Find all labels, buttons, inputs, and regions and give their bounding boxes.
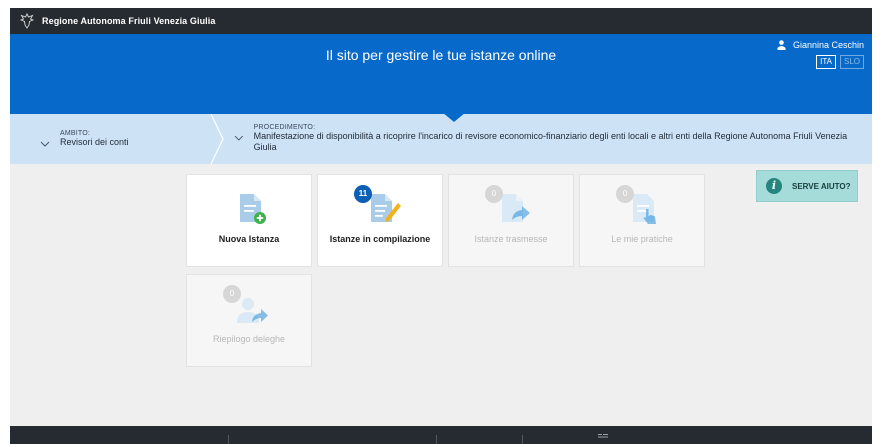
new-document-icon bbox=[240, 194, 266, 224]
tile-nuova-istanza[interactable]: Nuova Istanza bbox=[186, 174, 312, 267]
lang-ita-button[interactable]: ITA bbox=[816, 55, 836, 69]
page-title: Il sito per gestire le tue istanze onlin… bbox=[325, 47, 557, 63]
breadcrumb-separator bbox=[210, 114, 224, 164]
breadcrumb: AMBITO: Revisori dei conti PROCEDIMENTO:… bbox=[10, 114, 872, 164]
tile-label: Istanze trasmesse bbox=[474, 234, 548, 244]
procedimento-selector[interactable]: PROCEDIMENTO: Manifestazione di disponib… bbox=[234, 124, 849, 153]
app-window: Regione Autonoma Friuli Venezia Giulia I… bbox=[10, 8, 872, 444]
tile-label: Istanze in compilazione bbox=[329, 234, 431, 244]
tile-istanze-trasmesse[interactable]: 0 Istanze trasmesse bbox=[448, 174, 574, 267]
help-label: SERVE AIUTO? bbox=[792, 181, 851, 191]
tile-istanze-in-compilazione[interactable]: 11 Istanze in compilazione bbox=[317, 174, 443, 267]
tile-label: Nuova Istanza bbox=[218, 234, 280, 244]
footer-divider bbox=[228, 435, 229, 444]
region-eagle-logo-icon bbox=[20, 13, 34, 29]
hero-banner: Il sito per gestire le tue istanze onlin… bbox=[10, 34, 872, 122]
user-icon bbox=[777, 40, 786, 50]
lang-slo-button[interactable]: SLO bbox=[839, 55, 864, 69]
ambito-label: AMBITO: bbox=[60, 130, 91, 137]
language-switcher: ITA SLO bbox=[816, 55, 864, 69]
edit-document-icon-wrap: 11 bbox=[354, 185, 402, 229]
footer-divider bbox=[436, 435, 437, 444]
info-icon: i bbox=[766, 178, 782, 194]
tile-label: Riepilogo deleghe bbox=[212, 334, 286, 344]
ambito-value: Revisori dei conti bbox=[60, 137, 129, 147]
tile-riepilogo-deleghe[interactable]: 0 Riepilogo deleghe bbox=[186, 274, 312, 367]
user-name: Giannina Ceschin bbox=[792, 40, 864, 50]
count-badge: 11 bbox=[354, 185, 372, 203]
tile-label: Le mie pratiche bbox=[611, 234, 673, 244]
delegate-user-icon-wrap: 0 bbox=[223, 285, 271, 329]
serve-aiuto-button[interactable]: i SERVE AIUTO? bbox=[756, 170, 858, 202]
brand-name[interactable]: Regione Autonoma Friuli Venezia Giulia bbox=[42, 16, 216, 26]
send-document-icon-wrap: 0 bbox=[485, 185, 533, 229]
count-badge: 0 bbox=[616, 185, 634, 203]
chevron-down-icon bbox=[40, 141, 50, 147]
hero-pointer bbox=[442, 112, 466, 122]
footer bbox=[10, 426, 872, 444]
count-badge: 0 bbox=[485, 185, 503, 203]
procedimento-label: PROCEDIMENTO: bbox=[253, 124, 316, 131]
top-bar: Regione Autonoma Friuli Venezia Giulia bbox=[10, 8, 872, 34]
footer-divider bbox=[522, 435, 523, 444]
tile-le-mie-pratiche[interactable]: 0 Le mie pratiche bbox=[579, 174, 705, 267]
footer-logo-icon bbox=[598, 434, 608, 438]
ambito-selector[interactable]: AMBITO: Revisori dei conti bbox=[40, 130, 129, 149]
chevron-down-icon bbox=[234, 135, 244, 141]
hand-document-icon-wrap: 0 bbox=[616, 185, 664, 229]
user-menu[interactable]: Giannina Ceschin bbox=[777, 40, 864, 50]
procedimento-value: Manifestazione di disponibilità a ricopr… bbox=[253, 131, 848, 152]
count-badge: 0 bbox=[223, 285, 241, 303]
